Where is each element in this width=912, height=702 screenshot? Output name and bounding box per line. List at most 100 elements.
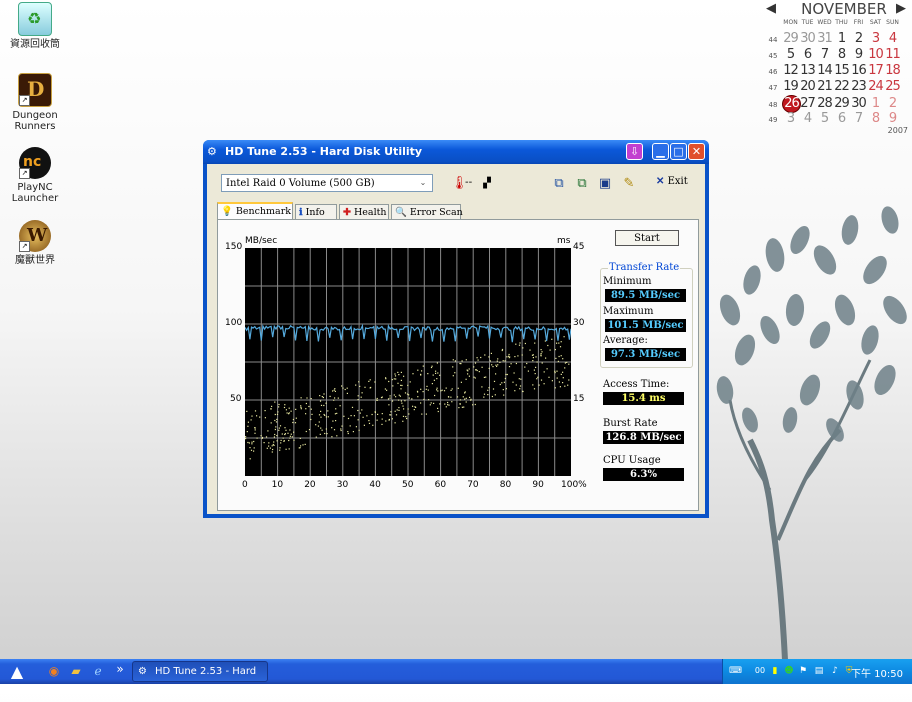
access-time-point: [491, 364, 493, 366]
user-icon[interactable]: ☻: [783, 665, 795, 677]
access-time-point: [422, 391, 424, 393]
desktop-icon-wow[interactable]: W ↗ 魔獸世界: [3, 220, 67, 266]
access-time-point: [342, 387, 344, 389]
access-time-point: [447, 404, 449, 406]
access-time-point: [279, 449, 281, 451]
battery-icon[interactable]: ▮: [769, 665, 781, 677]
keyboard-icon[interactable]: ⌨: [729, 665, 742, 677]
minimum-label: Minimum: [603, 276, 652, 287]
access-time-point: [541, 351, 543, 353]
access-time-point: [447, 401, 449, 404]
access-time-point: [519, 385, 522, 387]
desktop-icon-recycle-bin[interactable]: ♻ 資源回收筒: [3, 2, 67, 50]
calendar-day: 1: [871, 96, 880, 111]
calendar-week-row: 47 19 20 21 22 23 24 25: [764, 79, 901, 94]
chevron-down-icon[interactable]: ⌄: [416, 176, 430, 190]
exit-button[interactable]: ✕ Exit: [656, 176, 688, 187]
access-time-point: [336, 435, 338, 437]
calendar-day: 17: [868, 63, 884, 78]
burst-rate-label: Burst Rate: [603, 418, 658, 429]
access-time-point: [347, 417, 350, 420]
temperature-value: --: [465, 177, 473, 188]
access-time-point: [534, 373, 536, 375]
access-time-point: [282, 437, 284, 439]
access-time-point: [409, 381, 411, 383]
task-button-hdtune[interactable]: ⚙ HD Tune 2.53 - Hard ...: [132, 661, 268, 697]
close-icon: ✕: [656, 176, 665, 187]
network-icon[interactable]: ⚑: [797, 665, 809, 677]
access-time-point: [263, 442, 265, 444]
x-tick-label: 60: [434, 480, 447, 490]
desktop-wallpaper-tree: [716, 206, 907, 660]
calendar-prev-arrow[interactable]: ◀: [766, 1, 776, 16]
access-time-point: [398, 409, 400, 411]
access-time-point: [505, 373, 507, 376]
access-time-point: [299, 447, 301, 449]
access-time-point: [459, 399, 461, 401]
access-time-point: [331, 436, 333, 438]
tab-error-scan[interactable]: 🔍 Error Scan: [391, 204, 463, 219]
access-time-point: [413, 409, 415, 411]
access-time-point: [398, 399, 400, 401]
close-button[interactable]: ✕: [688, 143, 705, 160]
desktop-icon-dungeon-runners[interactable]: D ↗ Dungeon Runners: [3, 73, 67, 132]
calendar-next-arrow[interactable]: ▶: [896, 1, 906, 16]
copy-all-icon[interactable]: ⧉: [574, 176, 590, 192]
access-time-point: [334, 388, 336, 390]
access-time-point: [288, 439, 290, 442]
taskbar-clock: 下午 10:50: [851, 669, 903, 680]
access-time-point: [407, 408, 409, 410]
access-time-point: [513, 372, 515, 374]
access-time-point: [245, 436, 247, 438]
calendar-day: 6: [803, 47, 812, 62]
access-time-point: [317, 425, 319, 427]
window-titlebar[interactable]: ⚙ HD Tune 2.53 - Hard Disk Utility ⇩ ▁ □…: [203, 140, 709, 164]
tab-health[interactable]: ✚ Health: [339, 204, 389, 219]
calendar-day: 23: [851, 79, 867, 94]
save-icon[interactable]: ▣: [597, 176, 613, 192]
start-button-icon[interactable]: ▲: [6, 661, 28, 683]
internet-explorer-icon[interactable]: ℯ: [90, 663, 106, 679]
maximize-button[interactable]: □: [670, 143, 687, 160]
tab-info[interactable]: ℹ Info: [295, 204, 337, 219]
y-right-tick: 30: [573, 318, 585, 328]
access-time-point: [321, 396, 323, 398]
quick-launch-chevron[interactable]: »: [112, 661, 128, 677]
download-icon[interactable]: ⇩: [626, 143, 643, 160]
access-time-point: [321, 429, 323, 431]
access-time-point: [397, 382, 399, 384]
access-time-point: [380, 397, 383, 399]
access-time-point: [305, 413, 307, 415]
access-time-point: [376, 397, 378, 400]
volume-icon[interactable]: ♪: [829, 665, 841, 677]
access-time-point: [249, 447, 251, 449]
access-time-point: [254, 429, 256, 431]
access-time-point: [270, 422, 272, 424]
access-time-point: [556, 342, 558, 344]
access-time-point: [391, 400, 394, 402]
calendar-month: NOVEMBER: [801, 0, 887, 18]
options-icon[interactable]: ✎: [621, 176, 637, 192]
access-time-label: Access Time:: [603, 379, 670, 390]
tab-benchmark[interactable]: 💡 Benchmark: [217, 202, 293, 220]
access-time-point: [396, 409, 398, 411]
access-time-point: [320, 416, 322, 418]
calendar-day: 3: [786, 111, 795, 126]
access-time-point: [357, 395, 359, 397]
access-time-point: [435, 372, 437, 374]
display-icon[interactable]: ▤: [813, 665, 825, 677]
access-time-point: [439, 403, 441, 405]
firefox-icon[interactable]: ◉: [46, 663, 62, 679]
access-time-point: [444, 403, 446, 405]
desktop-icon-plaync[interactable]: nc ↗ PlayNC Launcher: [3, 147, 67, 204]
copy-icon[interactable]: ⧉: [551, 176, 567, 192]
access-time-point: [454, 360, 456, 362]
access-time-point: [268, 442, 270, 444]
access-time-point: [275, 421, 278, 423]
minimum-value: 89.5 MB/sec: [605, 289, 686, 302]
start-button[interactable]: Start: [615, 230, 679, 246]
folder-icon[interactable]: ▰: [68, 663, 84, 679]
access-time-point: [404, 392, 407, 394]
drive-select[interactable]: Intel Raid 0 Volume (500 GB) ⌄: [221, 174, 433, 192]
minimize-button[interactable]: ▁: [652, 143, 669, 160]
